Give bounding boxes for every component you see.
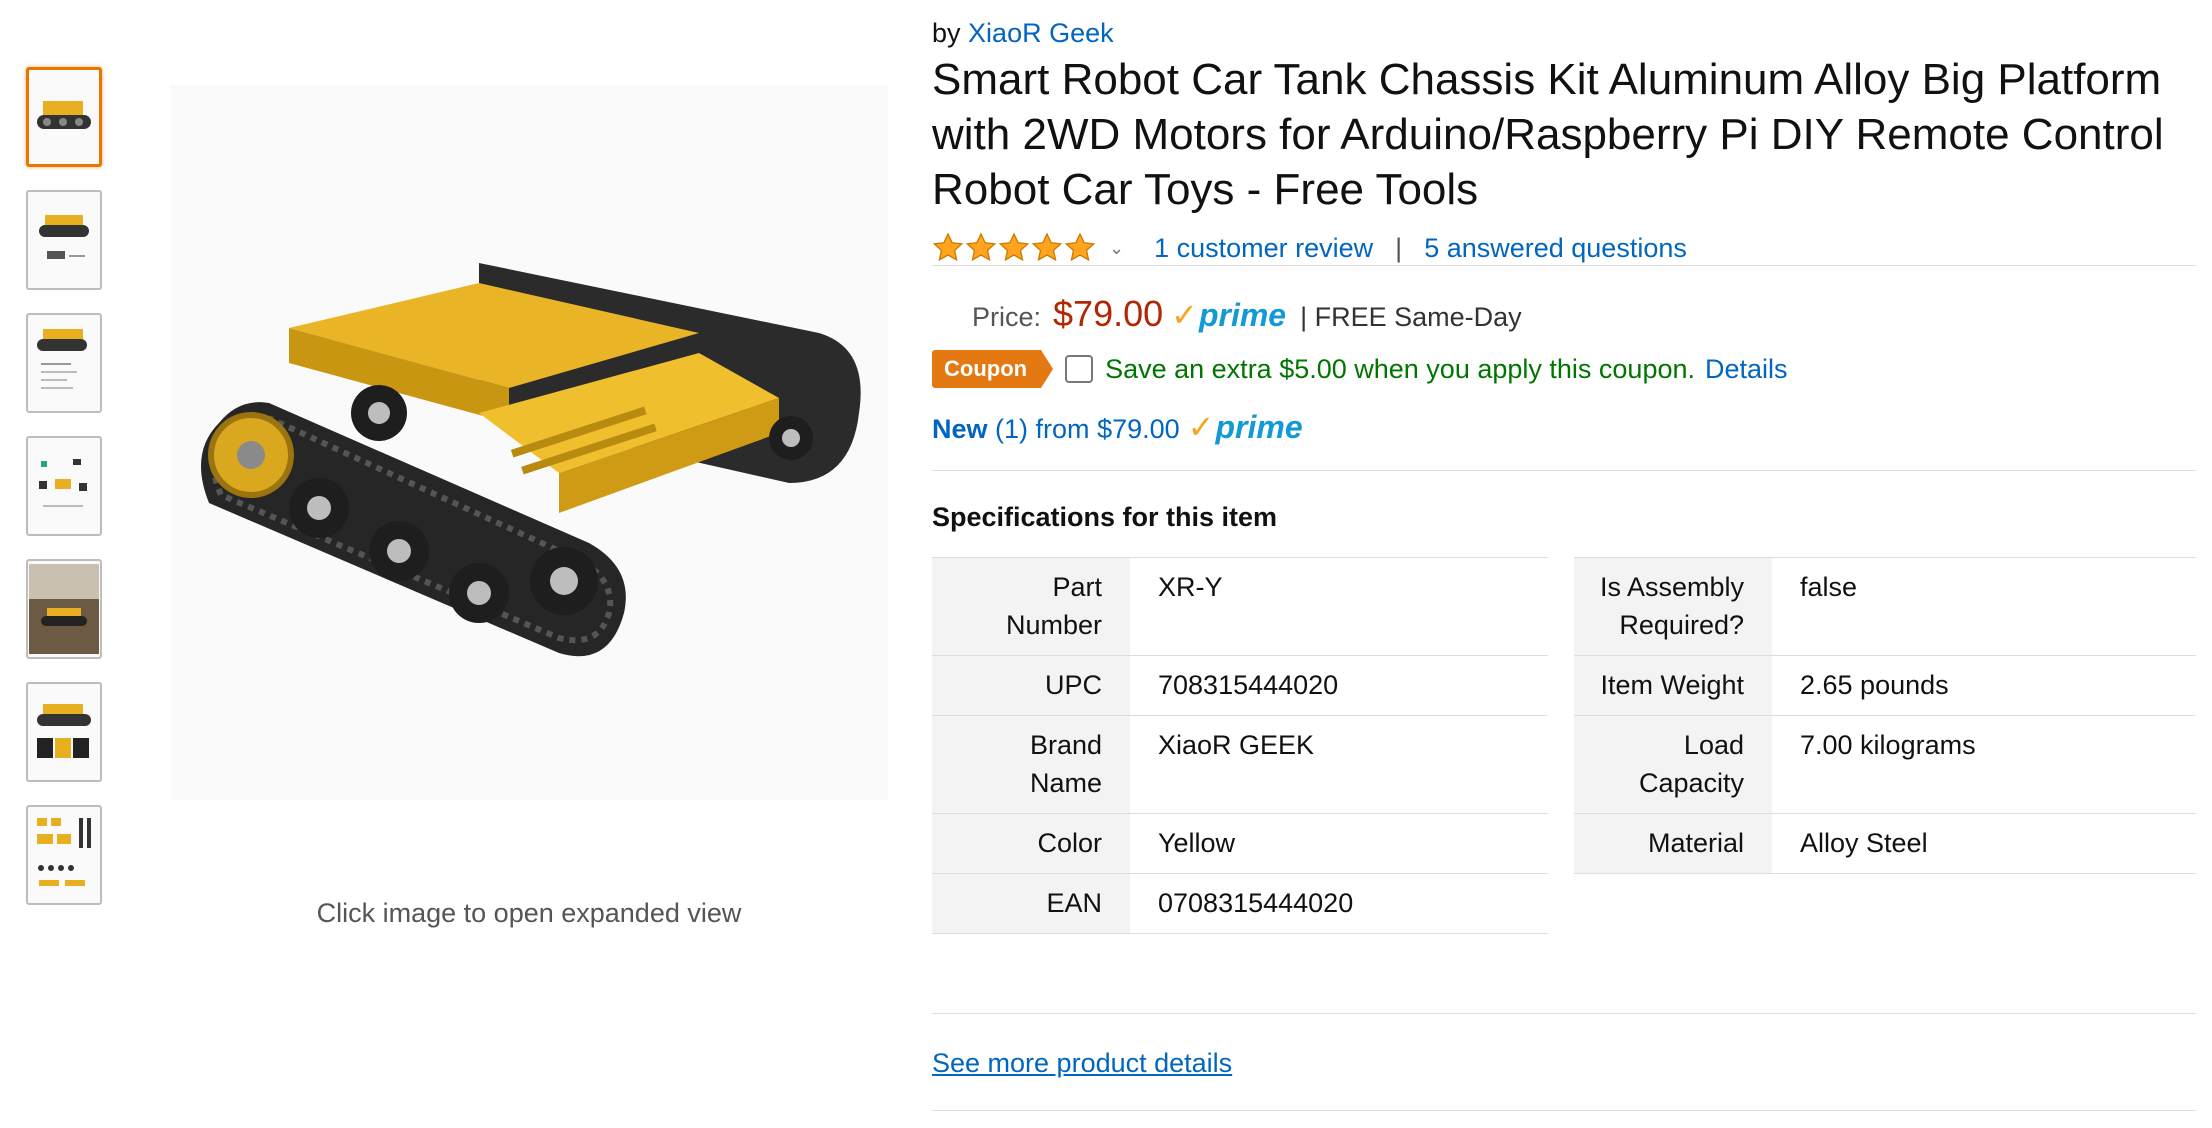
spec-key: UPC xyxy=(932,655,1130,716)
spec-key: Is Assembly Required? xyxy=(1574,557,1772,656)
star-rating[interactable] xyxy=(932,232,1097,264)
price-row: Price: $79.00 ✓ prime | FREE Same-Day xyxy=(972,293,1522,335)
brand-byline: by XiaoR Geek xyxy=(932,18,1114,49)
prime-label: prime xyxy=(1215,409,1303,445)
offers-row[interactable]: New (1) from $79.00 ✓ prime xyxy=(932,408,1303,446)
table-row: Item Weight 2.65 pounds xyxy=(1574,655,2196,716)
specs-table-left: Part Number XR-Y UPC 708315444020 Brand … xyxy=(932,557,1548,934)
spec-value: XR-Y xyxy=(1130,557,1548,656)
table-row: Is Assembly Required? false xyxy=(1574,557,2196,656)
product-title: Smart Robot Car Tank Chassis Kit Aluminu… xyxy=(932,55,2164,214)
table-row: Brand Name XiaoR GEEK xyxy=(932,715,1548,814)
spec-value: 2.65 pounds xyxy=(1772,655,2196,716)
coupon-details-link[interactable]: Details xyxy=(1705,354,1788,385)
robot-tank-icon xyxy=(37,101,91,129)
thumbnail-strip xyxy=(26,67,106,928)
table-row: EAN 0708315444020 xyxy=(932,873,1548,934)
divider xyxy=(932,1110,2196,1111)
spec-value: 708315444020 xyxy=(1130,655,1548,716)
thumbnail-3[interactable] xyxy=(26,313,102,413)
prime-label: prime xyxy=(1198,297,1287,333)
image-caption: Click image to open expanded view xyxy=(316,898,742,928)
star-icon xyxy=(1064,232,1096,262)
brand-link[interactable]: XiaoR Geek xyxy=(968,18,1114,48)
spec-key: Part Number xyxy=(932,557,1130,656)
offers-count[interactable]: (1) from xyxy=(995,414,1090,445)
offers-new-label[interactable]: New xyxy=(932,414,988,445)
divider xyxy=(932,265,2196,266)
robot-tank-image xyxy=(201,262,861,656)
thumbnail-2[interactable] xyxy=(26,190,102,290)
thumbnail-4[interactable] xyxy=(26,436,102,536)
coupon-row: Coupon Save an extra $5.00 when you appl… xyxy=(932,350,1788,388)
star-icon xyxy=(1031,232,1063,262)
star-icon xyxy=(932,232,964,262)
coupon-checkbox[interactable] xyxy=(1065,355,1094,383)
chevron-down-icon[interactable]: ⌄ xyxy=(1109,238,1124,259)
specs-table-right: Is Assembly Required? false Item Weight … xyxy=(1574,557,2196,874)
spec-key: Color xyxy=(932,813,1130,874)
robot-tank-icon xyxy=(37,329,87,389)
parts-icon xyxy=(37,818,91,886)
star-icon xyxy=(998,232,1030,262)
rating-row: ⌄ 1 customer review | 5 answered questio… xyxy=(932,228,1687,268)
thumbnail-6[interactable] xyxy=(26,682,102,782)
spec-value: Alloy Steel xyxy=(1772,813,2196,874)
divider xyxy=(932,470,2196,471)
spec-key: Brand Name xyxy=(932,715,1130,814)
spec-value: false xyxy=(1772,557,2196,656)
scene-icon xyxy=(29,564,99,654)
table-row: Load Capacity 7.00 kilograms xyxy=(1574,715,2196,814)
spec-value: 7.00 kilograms xyxy=(1772,715,2196,814)
coupon-badge: Coupon xyxy=(932,350,1054,388)
thumbnail-5[interactable] xyxy=(26,559,102,659)
spec-key: Material xyxy=(1574,813,1772,874)
prime-badge[interactable]: ✓ prime xyxy=(1171,296,1286,334)
questions-link[interactable]: 5 answered questions xyxy=(1424,233,1687,264)
table-row: Part Number XR-Y xyxy=(932,557,1548,656)
reviews-link[interactable]: 1 customer review xyxy=(1154,233,1373,264)
prime-check-icon: ✓ xyxy=(1171,297,1198,333)
thumbnail-7[interactable] xyxy=(26,805,102,905)
table-row: Color Yellow xyxy=(932,813,1548,874)
separator: | xyxy=(1395,232,1403,263)
offers-price[interactable]: $79.00 xyxy=(1097,414,1180,445)
spec-value: XiaoR GEEK xyxy=(1130,715,1548,814)
divider xyxy=(932,1013,2196,1014)
robot-tank-icon xyxy=(39,215,89,259)
main-product-image[interactable] xyxy=(170,85,888,800)
thumbnail-1[interactable] xyxy=(26,67,102,167)
parts-icon xyxy=(39,459,87,507)
spec-key: Load Capacity xyxy=(1574,715,1772,814)
shipping-info: | FREE Same-Day xyxy=(1300,302,1522,332)
star-icon xyxy=(965,232,997,262)
price-value: $79.00 xyxy=(1053,293,1164,334)
spec-value: 0708315444020 xyxy=(1130,873,1548,934)
prime-badge[interactable]: ✓ prime xyxy=(1188,408,1303,446)
prime-check-icon: ✓ xyxy=(1187,409,1215,445)
spec-key: Item Weight xyxy=(1574,655,1772,716)
see-more-details-link[interactable]: See more product details xyxy=(932,1048,1232,1079)
byline-prefix: by xyxy=(932,18,961,48)
robot-tank-icon xyxy=(37,704,91,758)
spec-key: EAN xyxy=(932,873,1130,934)
table-row: Material Alloy Steel xyxy=(1574,813,2196,874)
table-row: UPC 708315444020 xyxy=(932,655,1548,716)
specs-title: Specifications for this item xyxy=(932,502,1278,532)
price-label: Price: xyxy=(972,302,1042,332)
spec-value: Yellow xyxy=(1130,813,1548,874)
coupon-text: Save an extra $5.00 when you apply this … xyxy=(1105,353,1695,384)
